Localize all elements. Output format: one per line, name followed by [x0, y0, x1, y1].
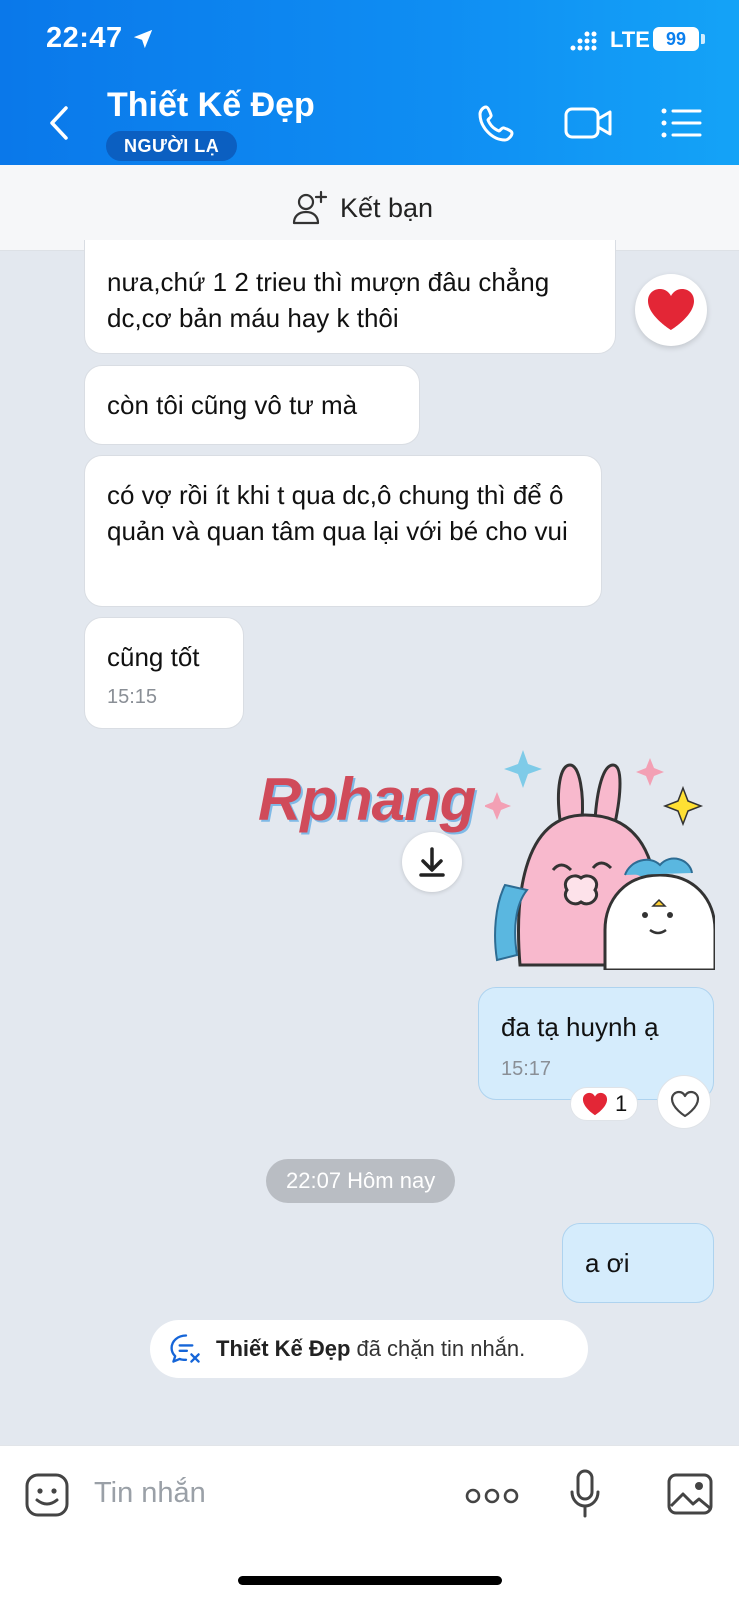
- stranger-badge: NGƯỜI LẠ: [106, 131, 238, 161]
- add-friend-icon[interactable]: [292, 190, 328, 226]
- blocked-message-icon: [170, 1334, 200, 1363]
- reaction-count: 1: [615, 1091, 628, 1116]
- image-gallery-icon[interactable]: [666, 1472, 714, 1516]
- heart-outline-icon: [670, 1090, 700, 1118]
- react-heart-button[interactable]: [657, 1075, 711, 1129]
- chat-header: 22:47 LTE 99 Thiết Kế Đẹp NGƯỜI LẠ: [0, 0, 739, 165]
- block-notice-name: Thiết Kế Đẹp: [216, 1336, 351, 1361]
- message-bubble[interactable]: có vợ rồi ít khi t qua dc,ô chung thì để…: [84, 455, 602, 607]
- watermark-logo: Rphang: [258, 766, 476, 833]
- heart-icon: [582, 1092, 608, 1116]
- battery-tip: [701, 34, 705, 44]
- message-bubble[interactable]: còn tôi cũng vô tư mà: [84, 365, 420, 445]
- more-options-icon[interactable]: [464, 1484, 520, 1508]
- message-text: a ơi: [585, 1248, 630, 1278]
- message-text: cũng tốt: [107, 642, 200, 672]
- message-bubble[interactable]: cũng tốt 15:15: [84, 617, 244, 729]
- network-label: LTE: [610, 27, 650, 52]
- battery-icon: 99: [653, 27, 699, 51]
- home-indicator: [238, 1576, 502, 1585]
- back-button[interactable]: [40, 100, 80, 146]
- sticker-emoji-icon[interactable]: [24, 1472, 70, 1518]
- add-friend-label[interactable]: Kết bạn: [340, 193, 433, 224]
- message-time: 15:15: [107, 686, 158, 708]
- status-time: 22:47: [46, 22, 123, 54]
- reaction-count-pill[interactable]: 1: [570, 1087, 639, 1121]
- message-text: đa tạ huynh ạ: [501, 1012, 659, 1042]
- signal-icon: [570, 31, 597, 51]
- microphone-icon[interactable]: [568, 1468, 602, 1520]
- phone-call-icon[interactable]: [472, 100, 520, 146]
- crying-rabbit-sticker[interactable]: [485, 750, 715, 970]
- video-call-icon[interactable]: [563, 100, 615, 146]
- message-input[interactable]: Tin nhắn: [94, 1477, 206, 1510]
- message-text: còn tôi cũng vô tư mà: [107, 390, 358, 420]
- date-divider: 22:07 Hôm nay: [266, 1159, 456, 1203]
- block-notice: Thiết Kế Đẹp đã chặn tin nhắn.: [150, 1320, 588, 1378]
- block-notice-text: đã chặn tin nhắn.: [356, 1336, 526, 1361]
- download-icon: [419, 847, 445, 877]
- heart-reaction-badge[interactable]: [635, 274, 707, 346]
- location-arrow-icon: [133, 29, 153, 49]
- my-message-bubble[interactable]: a ơi: [562, 1223, 714, 1303]
- message-text: nưa,chứ 1 2 trieu thì mượn đâu chẳng dc,…: [107, 267, 550, 333]
- menu-list-icon[interactable]: [658, 100, 706, 146]
- message-text: có vợ rồi ít khi t qua dc,ô chung thì để…: [107, 480, 568, 546]
- heart-icon: [648, 289, 694, 330]
- message-bubble[interactable]: nưa,chứ 1 2 trieu thì mượn đâu chẳng dc,…: [84, 240, 616, 354]
- download-button[interactable]: [402, 832, 462, 892]
- contact-name[interactable]: Thiết Kế Đẹp: [107, 86, 315, 125]
